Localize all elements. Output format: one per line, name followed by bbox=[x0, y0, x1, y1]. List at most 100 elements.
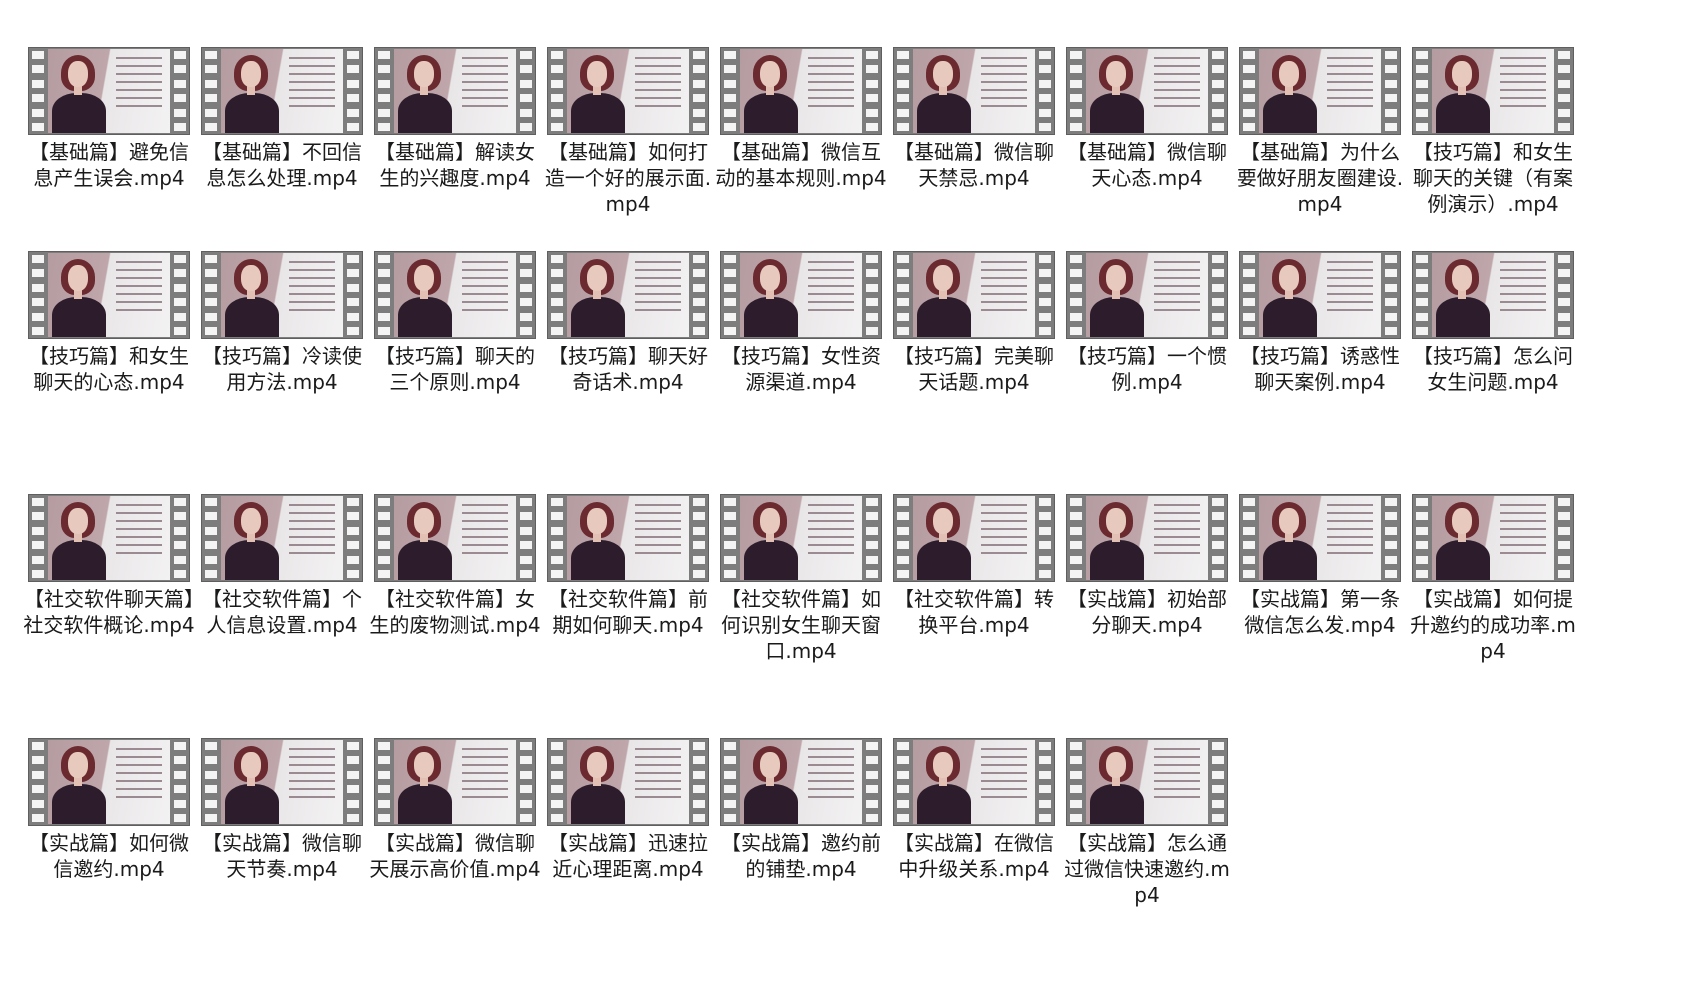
file-item[interactable]: 【技巧篇】一个惯例.mp4 bbox=[1054, 251, 1240, 395]
file-name-label[interactable]: 【实战篇】初始部分聊天.mp4 bbox=[1054, 586, 1240, 638]
file-item[interactable]: 【基础篇】如何打造一个好的展示面.mp4 bbox=[535, 47, 721, 217]
file-name-label[interactable]: 【社交软件篇】如何识别女生聊天窗口.mp4 bbox=[708, 586, 894, 664]
video-thumbnail-icon[interactable] bbox=[1412, 47, 1574, 135]
video-thumbnail-icon[interactable] bbox=[28, 251, 190, 339]
video-thumbnail-icon[interactable] bbox=[893, 494, 1055, 582]
file-item[interactable]: 【社交软件篇】如何识别女生聊天窗口.mp4 bbox=[708, 494, 894, 664]
file-name-label[interactable]: 【社交软件篇】转换平台.mp4 bbox=[881, 586, 1067, 638]
video-thumbnail-icon[interactable] bbox=[1066, 738, 1228, 826]
video-thumbnail-icon[interactable] bbox=[201, 251, 363, 339]
file-item[interactable]: 【社交软件篇】个人信息设置.mp4 bbox=[189, 494, 375, 638]
file-item[interactable]: 【技巧篇】和女生聊天的关键（有案例演示）.mp4 bbox=[1400, 47, 1586, 217]
video-thumbnail-icon[interactable] bbox=[374, 494, 536, 582]
file-name-label[interactable]: 【基础篇】避免信息产生误会.mp4 bbox=[16, 139, 202, 191]
video-thumbnail-icon[interactable] bbox=[720, 494, 882, 582]
file-name-label[interactable]: 【基础篇】微信聊天禁忌.mp4 bbox=[881, 139, 1067, 191]
file-item[interactable]: 【技巧篇】女性资源渠道.mp4 bbox=[708, 251, 894, 395]
file-item[interactable]: 【技巧篇】完美聊天话题.mp4 bbox=[881, 251, 1067, 395]
video-thumbnail-icon[interactable] bbox=[201, 494, 363, 582]
video-thumbnail-icon[interactable] bbox=[1239, 251, 1401, 339]
file-item[interactable]: 【社交软件篇】前期如何聊天.mp4 bbox=[535, 494, 721, 638]
video-thumbnail-icon[interactable] bbox=[893, 251, 1055, 339]
file-name-label[interactable]: 【基础篇】解读女生的兴趣度.mp4 bbox=[362, 139, 548, 191]
file-name-label[interactable]: 【实战篇】在微信中升级关系.mp4 bbox=[881, 830, 1067, 882]
file-name-label[interactable]: 【实战篇】微信聊天展示高价值.mp4 bbox=[362, 830, 548, 882]
file-item[interactable]: 【实战篇】迅速拉近心理距离.mp4 bbox=[535, 738, 721, 882]
video-thumbnail-icon[interactable] bbox=[374, 47, 536, 135]
video-thumbnail-icon[interactable] bbox=[28, 494, 190, 582]
video-thumbnail-icon[interactable] bbox=[201, 738, 363, 826]
file-item[interactable]: 【基础篇】为什么要做好朋友圈建设.mp4 bbox=[1227, 47, 1413, 217]
file-name-label[interactable]: 【基础篇】不回信息怎么处理.mp4 bbox=[189, 139, 375, 191]
video-thumbnail-icon[interactable] bbox=[893, 47, 1055, 135]
file-item[interactable]: 【实战篇】微信聊天节奏.mp4 bbox=[189, 738, 375, 882]
video-thumbnail-icon[interactable] bbox=[374, 738, 536, 826]
file-item[interactable]: 【实战篇】邀约前的铺垫.mp4 bbox=[708, 738, 894, 882]
file-item[interactable]: 【实战篇】在微信中升级关系.mp4 bbox=[881, 738, 1067, 882]
file-item[interactable]: 【社交软件聊天篇】社交软件概论.mp4 bbox=[16, 494, 202, 638]
file-item[interactable]: 【社交软件篇】转换平台.mp4 bbox=[881, 494, 1067, 638]
file-name-label[interactable]: 【技巧篇】和女生聊天的心态.mp4 bbox=[16, 343, 202, 395]
file-name-label[interactable]: 【技巧篇】聊天好奇话术.mp4 bbox=[535, 343, 721, 395]
file-name-label[interactable]: 【实战篇】邀约前的铺垫.mp4 bbox=[708, 830, 894, 882]
file-item[interactable]: 【技巧篇】怎么问女生问题.mp4 bbox=[1400, 251, 1586, 395]
file-name-label[interactable]: 【基础篇】为什么要做好朋友圈建设.mp4 bbox=[1227, 139, 1413, 217]
file-item[interactable]: 【基础篇】微信聊天禁忌.mp4 bbox=[881, 47, 1067, 191]
file-item[interactable]: 【实战篇】初始部分聊天.mp4 bbox=[1054, 494, 1240, 638]
file-name-label[interactable]: 【技巧篇】一个惯例.mp4 bbox=[1054, 343, 1240, 395]
file-item[interactable]: 【技巧篇】聊天的三个原则.mp4 bbox=[362, 251, 548, 395]
file-name-label[interactable]: 【基础篇】如何打造一个好的展示面.mp4 bbox=[535, 139, 721, 217]
file-item[interactable]: 【基础篇】不回信息怎么处理.mp4 bbox=[189, 47, 375, 191]
file-name-label[interactable]: 【实战篇】怎么通过微信快速邀约.mp4 bbox=[1054, 830, 1240, 908]
video-thumbnail-icon[interactable] bbox=[1066, 251, 1228, 339]
file-name-label[interactable]: 【实战篇】迅速拉近心理距离.mp4 bbox=[535, 830, 721, 882]
file-name-label[interactable]: 【技巧篇】冷读使用方法.mp4 bbox=[189, 343, 375, 395]
video-thumbnail-icon[interactable] bbox=[547, 738, 709, 826]
video-thumbnail-icon[interactable] bbox=[1239, 494, 1401, 582]
file-name-label[interactable]: 【技巧篇】和女生聊天的关键（有案例演示）.mp4 bbox=[1400, 139, 1586, 217]
video-thumbnail-icon[interactable] bbox=[201, 47, 363, 135]
file-name-label[interactable]: 【社交软件篇】女生的废物测试.mp4 bbox=[362, 586, 548, 638]
file-item[interactable]: 【技巧篇】聊天好奇话术.mp4 bbox=[535, 251, 721, 395]
file-item[interactable]: 【基础篇】避免信息产生误会.mp4 bbox=[16, 47, 202, 191]
video-thumbnail-icon[interactable] bbox=[547, 494, 709, 582]
file-item[interactable]: 【实战篇】第一条微信怎么发.mp4 bbox=[1227, 494, 1413, 638]
file-item[interactable]: 【基础篇】微信互动的基本规则.mp4 bbox=[708, 47, 894, 191]
video-thumbnail-icon[interactable] bbox=[547, 251, 709, 339]
file-name-label[interactable]: 【技巧篇】诱惑性聊天案例.mp4 bbox=[1227, 343, 1413, 395]
video-thumbnail-icon[interactable] bbox=[720, 738, 882, 826]
video-thumbnail-icon[interactable] bbox=[720, 251, 882, 339]
file-name-label[interactable]: 【基础篇】微信互动的基本规则.mp4 bbox=[708, 139, 894, 191]
file-item[interactable]: 【实战篇】如何微信邀约.mp4 bbox=[16, 738, 202, 882]
file-name-label[interactable]: 【实战篇】如何提升邀约的成功率.mp4 bbox=[1400, 586, 1586, 664]
video-thumbnail-icon[interactable] bbox=[1412, 251, 1574, 339]
file-name-label[interactable]: 【社交软件篇】个人信息设置.mp4 bbox=[189, 586, 375, 638]
file-name-label[interactable]: 【实战篇】如何微信邀约.mp4 bbox=[16, 830, 202, 882]
video-thumbnail-icon[interactable] bbox=[893, 738, 1055, 826]
file-item[interactable]: 【技巧篇】冷读使用方法.mp4 bbox=[189, 251, 375, 395]
file-item[interactable]: 【基础篇】微信聊天心态.mp4 bbox=[1054, 47, 1240, 191]
video-thumbnail-icon[interactable] bbox=[374, 251, 536, 339]
file-item[interactable]: 【实战篇】如何提升邀约的成功率.mp4 bbox=[1400, 494, 1586, 664]
video-thumbnail-icon[interactable] bbox=[28, 47, 190, 135]
file-name-label[interactable]: 【社交软件聊天篇】社交软件概论.mp4 bbox=[16, 586, 202, 638]
file-item[interactable]: 【基础篇】解读女生的兴趣度.mp4 bbox=[362, 47, 548, 191]
file-name-label[interactable]: 【实战篇】第一条微信怎么发.mp4 bbox=[1227, 586, 1413, 638]
file-item[interactable]: 【实战篇】怎么通过微信快速邀约.mp4 bbox=[1054, 738, 1240, 908]
file-name-label[interactable]: 【技巧篇】女性资源渠道.mp4 bbox=[708, 343, 894, 395]
video-thumbnail-icon[interactable] bbox=[1066, 47, 1228, 135]
file-name-label[interactable]: 【技巧篇】完美聊天话题.mp4 bbox=[881, 343, 1067, 395]
video-thumbnail-icon[interactable] bbox=[1412, 494, 1574, 582]
video-thumbnail-icon[interactable] bbox=[28, 738, 190, 826]
video-thumbnail-icon[interactable] bbox=[720, 47, 882, 135]
file-item[interactable]: 【技巧篇】和女生聊天的心态.mp4 bbox=[16, 251, 202, 395]
file-name-label[interactable]: 【基础篇】微信聊天心态.mp4 bbox=[1054, 139, 1240, 191]
video-thumbnail-icon[interactable] bbox=[1239, 47, 1401, 135]
video-thumbnail-icon[interactable] bbox=[1066, 494, 1228, 582]
file-name-label[interactable]: 【社交软件篇】前期如何聊天.mp4 bbox=[535, 586, 721, 638]
file-name-label[interactable]: 【实战篇】微信聊天节奏.mp4 bbox=[189, 830, 375, 882]
file-item[interactable]: 【社交软件篇】女生的废物测试.mp4 bbox=[362, 494, 548, 638]
file-item[interactable]: 【实战篇】微信聊天展示高价值.mp4 bbox=[362, 738, 548, 882]
file-name-label[interactable]: 【技巧篇】怎么问女生问题.mp4 bbox=[1400, 343, 1586, 395]
video-thumbnail-icon[interactable] bbox=[547, 47, 709, 135]
